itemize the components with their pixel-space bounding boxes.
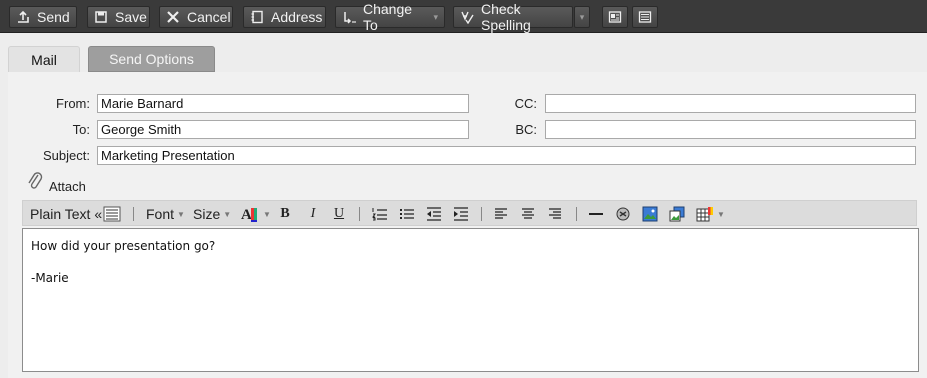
to-field[interactable]: George Smith	[97, 120, 469, 139]
numbered-list-button[interactable]	[372, 204, 388, 224]
subject-field[interactable]: Marketing Presentation	[97, 146, 916, 165]
check-spelling-label: Check Spelling	[481, 1, 531, 33]
svg-text:A: A	[241, 207, 252, 223]
text-color-icon: A	[241, 207, 257, 223]
italic-label: I	[310, 206, 316, 221]
attach-label: Attach	[49, 179, 86, 194]
attach-button[interactable]: Attach	[22, 168, 90, 198]
message-body-editor[interactable]: How did your presentation go? -Marie	[22, 228, 919, 372]
insert-table-dropdown[interactable]: ▼	[696, 204, 725, 224]
underline-label: U	[333, 206, 345, 221]
change-to-icon	[344, 12, 356, 24]
send-button[interactable]: Send	[9, 6, 77, 28]
text-color-dropdown[interactable]: A ▼	[240, 204, 271, 224]
check-spelling-dropdown[interactable]: ▾	[574, 6, 590, 28]
horizontal-rule-icon	[589, 213, 603, 215]
from-field[interactable]: Marie Barnard	[97, 94, 469, 113]
separator	[576, 207, 577, 221]
table-icon	[696, 207, 713, 222]
check-spelling-button[interactable]: Check Spelling	[453, 1, 573, 33]
save-label: Save	[115, 9, 147, 25]
address-button[interactable]: Address	[243, 6, 326, 28]
send-label: Send	[37, 9, 70, 25]
from-label: From:	[56, 96, 90, 111]
tab-mail[interactable]: Mail	[8, 46, 80, 73]
layout-icon	[608, 11, 622, 23]
change-to-button[interactable]: Change To ▾	[335, 1, 445, 33]
format-toolbar: Plain Text « Font ▼ Size ▼ A ▼ B I U ▼	[22, 200, 917, 226]
outdent-button[interactable]	[426, 204, 442, 224]
main-toolbar: Send Save Cancel Address Change To ▾ Che…	[0, 0, 927, 33]
cancel-button[interactable]: Cancel	[159, 6, 233, 28]
chevron-down-icon: ▾	[433, 11, 438, 22]
view-layout-button[interactable]	[602, 6, 628, 28]
separator	[481, 207, 482, 221]
separator	[133, 207, 134, 221]
align-right-icon	[549, 208, 561, 219]
address-label: Address	[271, 9, 323, 25]
size-dropdown[interactable]: Size ▼	[193, 204, 231, 224]
spell-check-icon	[461, 11, 474, 24]
paperclip-icon	[28, 172, 43, 189]
send-icon	[18, 10, 29, 23]
subject-label: Subject:	[43, 148, 90, 163]
insert-link-button[interactable]	[615, 204, 631, 224]
body-line: -Marie	[31, 271, 69, 285]
bullet-list-button[interactable]	[399, 204, 415, 224]
insert-inline-image-button[interactable]	[669, 204, 685, 224]
plain-text-icon	[103, 206, 121, 222]
font-label: Font	[146, 206, 175, 222]
cc-label: CC:	[514, 96, 537, 111]
address-book-icon	[251, 10, 263, 24]
images-icon	[669, 206, 685, 222]
save-button[interactable]: Save	[87, 6, 150, 28]
chevron-down-icon: ▼	[223, 209, 232, 219]
plain-text-label: Plain Text «	[30, 206, 103, 222]
chevron-down-icon: ▾	[579, 11, 585, 22]
align-left-button[interactable]	[494, 204, 508, 224]
bold-label: B	[280, 206, 290, 221]
outdent-icon	[427, 207, 441, 221]
view-text-button[interactable]	[632, 6, 658, 28]
size-label: Size	[193, 206, 221, 222]
tab-send-options[interactable]: Send Options	[88, 46, 215, 72]
cancel-label: Cancel	[187, 9, 231, 25]
save-icon	[95, 11, 107, 23]
indent-icon	[454, 207, 468, 221]
body-line: How did your presentation go?	[31, 239, 216, 253]
close-icon	[167, 11, 179, 23]
indent-button[interactable]	[453, 204, 469, 224]
insert-image-button[interactable]	[642, 204, 658, 224]
bold-button[interactable]: B	[278, 204, 292, 224]
align-right-button[interactable]	[548, 204, 562, 224]
bullet-list-icon	[400, 209, 414, 219]
tab-send-options-label: Send Options	[109, 51, 194, 67]
bc-field[interactable]	[545, 120, 916, 139]
image-icon	[642, 206, 658, 222]
align-left-icon	[495, 208, 507, 219]
plain-text-toggle[interactable]: Plain Text «	[30, 204, 121, 224]
document-icon	[638, 11, 652, 23]
underline-button[interactable]: U	[332, 204, 346, 224]
to-label: To:	[72, 122, 90, 137]
font-dropdown[interactable]: Font ▼	[146, 204, 185, 224]
italic-button[interactable]: I	[306, 204, 320, 224]
chevron-down-icon: ▼	[717, 209, 725, 219]
align-center-icon	[522, 208, 534, 219]
bc-label: BC:	[515, 122, 537, 137]
separator	[359, 207, 360, 221]
cc-field[interactable]	[545, 94, 916, 113]
chevron-down-icon: ▼	[177, 209, 185, 219]
change-to-label: Change To	[363, 1, 413, 33]
numbered-list-icon	[372, 208, 387, 221]
tab-mail-label: Mail	[31, 52, 57, 68]
horizontal-rule-button[interactable]	[588, 204, 604, 224]
align-center-button[interactable]	[521, 204, 535, 224]
link-icon	[616, 207, 630, 221]
chevron-down-icon: ▼	[263, 209, 271, 219]
